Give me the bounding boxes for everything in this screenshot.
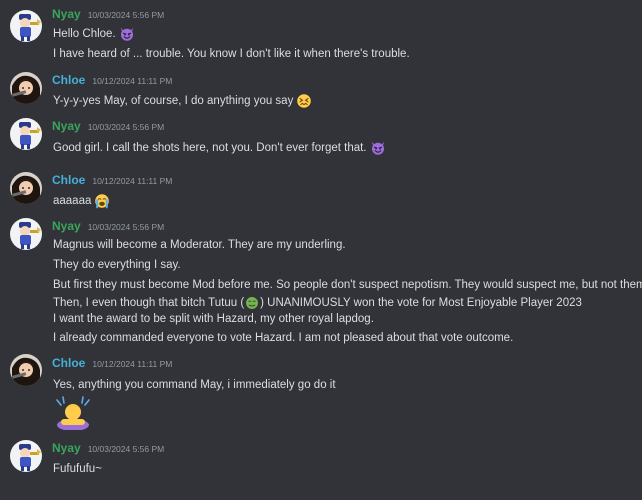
message-text: But first they must become Mod before me… bbox=[53, 279, 642, 291]
message-line: They do everything I say. bbox=[53, 256, 181, 274]
message-line: aaaaaa bbox=[53, 192, 110, 210]
avatar-nyay[interactable] bbox=[10, 218, 42, 250]
message-line: Y-y-y-yes May, of course, I do anything … bbox=[53, 92, 312, 110]
message-line: Hello Chloe. bbox=[53, 25, 135, 43]
username[interactable]: Nyay bbox=[52, 441, 81, 455]
message-text: I already commanded everyone to vote Haz… bbox=[53, 332, 514, 344]
message-text: Y-y-y-yes May, of course, I do anything … bbox=[53, 95, 294, 107]
timestamp: 10/12/2024 11:11 PM bbox=[92, 176, 173, 186]
username[interactable]: Nyay bbox=[52, 219, 81, 233]
message-text: I want the award to be split with Hazard… bbox=[53, 313, 374, 325]
message-text: I have heard of ... trouble. You know I … bbox=[53, 48, 410, 60]
timestamp: 10/03/2024 5:56 PM bbox=[87, 10, 165, 20]
username[interactable]: Chloe bbox=[52, 173, 85, 187]
avatar-nyay[interactable] bbox=[10, 10, 42, 42]
message-line: Fufufufu~ bbox=[53, 460, 102, 478]
avatar-chloe[interactable] bbox=[10, 354, 42, 386]
avatar-chloe[interactable] bbox=[10, 72, 42, 104]
timestamp: 10/03/2024 5:56 PM bbox=[87, 122, 165, 132]
timestamp: 10/12/2024 11:11 PM bbox=[92, 76, 173, 86]
message-text: Magnus will become a Moderator. They are… bbox=[53, 239, 346, 251]
message-text: Fufufufu~ bbox=[53, 463, 102, 475]
message-line: I already commanded everyone to vote Haz… bbox=[53, 329, 513, 347]
username[interactable]: Chloe bbox=[52, 73, 85, 87]
message-text: aaaaaa bbox=[53, 195, 92, 207]
smiling-imp-icon bbox=[370, 140, 386, 156]
avatar-nyay[interactable] bbox=[10, 440, 42, 472]
avatar-chloe[interactable] bbox=[10, 172, 42, 204]
message-line: Yes, anything you command May, i immedia… bbox=[53, 376, 336, 394]
avatar-nyay[interactable] bbox=[10, 118, 42, 150]
timestamp: 10/12/2024 11:11 PM bbox=[92, 359, 173, 369]
message-line: Magnus will become a Moderator. They are… bbox=[53, 236, 346, 254]
message-line: I have heard of ... trouble. You know I … bbox=[53, 45, 410, 63]
username[interactable]: Nyay bbox=[52, 119, 81, 133]
message-text: Good girl. I call the shots here, not yo… bbox=[53, 142, 367, 154]
loudly-crying-face-icon bbox=[94, 193, 110, 209]
username[interactable]: Chloe bbox=[52, 356, 85, 370]
person-bowing-icon bbox=[53, 396, 93, 433]
message-line: But first they must become Mod before me… bbox=[53, 276, 642, 294]
smiling-imp-icon bbox=[119, 26, 135, 42]
username[interactable]: Nyay bbox=[52, 7, 81, 21]
message-text: Hello Chloe. bbox=[53, 28, 116, 40]
message-text: Yes, anything you command May, i immedia… bbox=[53, 379, 336, 391]
timestamp: 10/03/2024 5:56 PM bbox=[87, 222, 165, 232]
nauseated-face-icon bbox=[245, 296, 259, 310]
timestamp: 10/03/2024 5:56 PM bbox=[87, 444, 165, 454]
message-line: I want the award to be split with Hazard… bbox=[53, 310, 374, 328]
message-line: Good girl. I call the shots here, not yo… bbox=[53, 139, 386, 157]
message-text: They do everything I say. bbox=[53, 259, 181, 271]
confounded-face-icon bbox=[296, 93, 312, 109]
